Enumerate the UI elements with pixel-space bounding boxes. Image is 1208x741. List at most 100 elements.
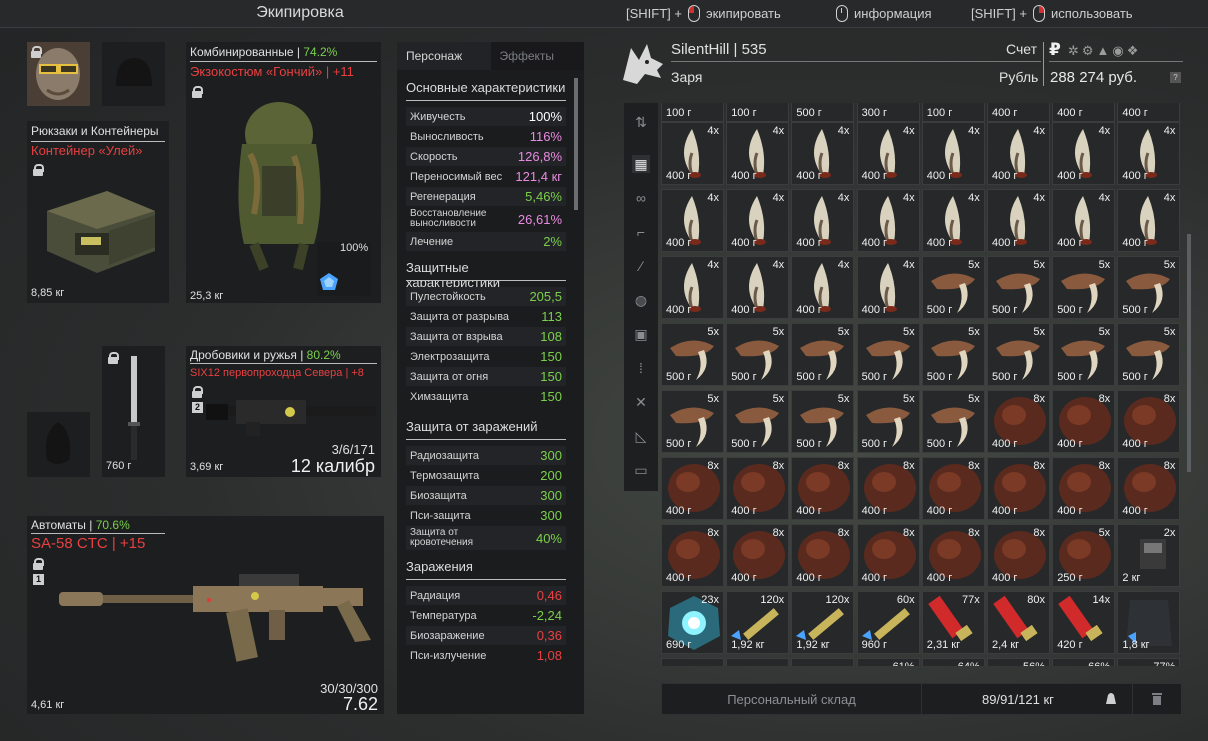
inventory-cell[interactable]: 400 г (1117, 103, 1181, 122)
melee-slot[interactable]: 760 г (102, 346, 165, 477)
inventory-cell-fur[interactable]: 8x 400 г (987, 390, 1050, 453)
inventory-cell[interactable]: 400 г (1052, 103, 1116, 122)
inventory-cell-claw[interactable]: 5x 500 г (987, 323, 1050, 386)
armor-icon[interactable]: ◍ (632, 291, 650, 309)
tab-character[interactable]: Персонаж (397, 42, 491, 70)
inventory-cell[interactable] (726, 658, 790, 666)
inventory-cell[interactable]: 61% (856, 658, 920, 666)
inventory-cell-fur[interactable]: 8x 400 г (726, 524, 790, 587)
inventory-cell-claw[interactable]: 5x 500 г (1052, 256, 1116, 319)
inventory-cell-horn[interactable]: 4x 400 г (921, 122, 985, 185)
inventory-cell-claw[interactable]: 5x 500 г (856, 390, 920, 453)
inventory-cell-fur[interactable]: 8x 400 г (921, 524, 985, 587)
currency-icons[interactable]: ✲⚙▲◉❖ (1068, 43, 1141, 59)
inventory-cell[interactable]: 400 г (987, 103, 1050, 122)
inventory-cell[interactable]: 500 г (791, 103, 855, 122)
tab-effects[interactable]: Эффекты (490, 42, 584, 70)
inventory-cell-claw[interactable]: 5x 500 г (921, 323, 985, 386)
inventory-cell-horn[interactable]: 4x 400 г (791, 122, 855, 185)
inventory-cell-fur[interactable]: 5x 250 г (1052, 524, 1116, 587)
inventory-cell-claw[interactable]: 5x 500 г (921, 256, 985, 319)
inventory-cell-device[interactable]: 2x 2 кг (1117, 524, 1181, 587)
inventory-cell-orb[interactable]: 23x 690 г (661, 591, 724, 654)
inventory-cell-fur[interactable]: 8x 400 г (856, 457, 920, 520)
inventory-cell-claw[interactable]: 5x 500 г (1117, 256, 1181, 319)
inventory-cell-fur[interactable]: 8x 400 г (1117, 390, 1181, 453)
inventory-cell-fur[interactable]: 8x 400 г (1052, 390, 1116, 453)
inventory-cell-horn[interactable]: 4x 400 г (856, 256, 920, 319)
inventory-cell-horn[interactable]: 4x 400 г (661, 189, 724, 252)
inventory-cell-horn[interactable]: 4x 400 г (856, 189, 920, 252)
inventory-cell-horn[interactable]: 4x 400 г (987, 122, 1050, 185)
backpack-slot[interactable]: Рюкзаки и Контейнеры Контейнер «Улей» 8,… (27, 121, 169, 303)
inventory-scrollbar[interactable] (1187, 234, 1191, 472)
inventory-cell-claw[interactable]: 5x 500 г (856, 323, 920, 386)
inventory-cell-claw[interactable]: 5x 500 г (661, 323, 724, 386)
inventory-cell-horn[interactable]: 4x 400 г (726, 256, 790, 319)
inventory-cell-horn[interactable]: 4x 400 г (661, 256, 724, 319)
inventory-cell-claw[interactable]: 5x 500 г (726, 323, 790, 386)
inventory-cell[interactable]: 300 г (856, 103, 920, 122)
inventory-cell-ammo[interactable]: 120x 1,92 кг (791, 591, 855, 654)
armor-slot[interactable]: Комбинированные | 74.2% Экзокостюм «Гонч… (186, 42, 381, 303)
inventory-cell-claw[interactable]: 5x 500 г (791, 390, 855, 453)
inventory-cell-horn[interactable]: 4x 400 г (856, 122, 920, 185)
inventory-cell-horn[interactable]: 4x 400 г (791, 189, 855, 252)
inventory-cell-fur[interactable]: 8x 400 г (661, 524, 724, 587)
inventory-cell-shell[interactable]: 80x 2,4 кг (987, 591, 1050, 654)
inventory-cell-fur[interactable]: 8x 400 г (661, 457, 724, 520)
weapon-icon[interactable]: ⌐ (632, 223, 650, 241)
inventory-cell-fur[interactable]: 8x 400 г (987, 524, 1050, 587)
shotgun-slot[interactable]: Дробовики и ружья | 80.2% SIX12 первопро… (186, 346, 381, 477)
inventory-cell-fur[interactable]: 8x 400 г (987, 457, 1050, 520)
inventory-cell-shell[interactable]: 77x 2,31 кг (921, 591, 985, 654)
tools-icon[interactable]: ✕ (632, 393, 650, 411)
knife-icon[interactable]: ∕ (632, 257, 650, 275)
ruble-currency-icon[interactable]: ₽ (1049, 40, 1061, 60)
inventory-cell-fur[interactable]: 8x 400 г (791, 457, 855, 520)
inventory-cell[interactable]: 56% (987, 658, 1050, 666)
inventory-cell-horn[interactable]: 4x 400 г (1052, 122, 1116, 185)
medkit-icon[interactable]: ▣ (632, 325, 650, 343)
inventory-cell[interactable] (791, 658, 855, 666)
grenade-slot[interactable] (27, 412, 90, 477)
inventory-cell-fur[interactable]: 8x 400 г (856, 524, 920, 587)
ruler-icon[interactable]: ◺ (632, 427, 650, 445)
inventory-cell-claw[interactable]: 5x 500 г (726, 390, 790, 453)
inventory-cell-horn[interactable]: 4x 400 г (791, 256, 855, 319)
inventory-cell[interactable]: 100 г (921, 103, 985, 122)
stats-scrollbar[interactable] (574, 78, 578, 210)
inventory-cell-horn[interactable]: 4x 400 г (726, 189, 790, 252)
inventory-cell-horn[interactable]: 4x 400 г (987, 189, 1050, 252)
inventory-cell-fur[interactable]: 8x 400 г (726, 457, 790, 520)
inventory-cell-claw[interactable]: 5x 500 г (1052, 323, 1116, 386)
inventory-cell[interactable]: 100 г (661, 103, 724, 122)
avatar[interactable] (27, 42, 90, 106)
inventory-cell-claw[interactable]: 5x 500 г (661, 390, 724, 453)
inventory-cell-horn[interactable]: 4x 400 г (1052, 189, 1116, 252)
inventory-cell-shell[interactable]: 14x 420 г (1052, 591, 1116, 654)
inventory-cell-horn[interactable]: 4x 400 г (921, 189, 985, 252)
personal-stash-button[interactable]: Персональный склад (662, 684, 922, 714)
inventory-cell[interactable]: 100 г (726, 103, 790, 122)
inventory-cell[interactable]: 66% (1052, 658, 1116, 666)
inventory-cell-claw[interactable]: 5x 500 г (987, 256, 1050, 319)
ammo-icon[interactable]: ⁞ (632, 359, 650, 377)
inventory-cell-horn[interactable]: 4x 400 г (1117, 122, 1181, 185)
box-icon[interactable]: ▭ (632, 461, 650, 479)
money-info-icon[interactable]: ? (1170, 72, 1181, 83)
inventory-cell-horn[interactable]: 4x 400 г (661, 122, 724, 185)
inventory-cell-ammo[interactable]: 120x 1,92 кг (726, 591, 790, 654)
link-icon[interactable]: ∞ (632, 189, 650, 207)
trash-icon[interactable] (1151, 691, 1163, 710)
inventory-cell-fur[interactable]: 8x 400 г (1117, 457, 1181, 520)
inventory-cell[interactable]: 64% (921, 658, 985, 666)
all-items-grid-icon[interactable]: ▦ (632, 155, 650, 173)
inventory-cell-fur[interactable]: 8x 400 г (921, 457, 985, 520)
inventory-cell-fur[interactable]: 8x 400 г (791, 524, 855, 587)
sort-icon[interactable]: ⇅ (632, 113, 650, 131)
inventory-cell-ammo[interactable]: 60x 960 г (856, 591, 920, 654)
inventory-cell[interactable] (661, 658, 724, 666)
helmet-slot[interactable] (102, 42, 165, 106)
inventory-cell-horn[interactable]: 4x 400 г (726, 122, 790, 185)
